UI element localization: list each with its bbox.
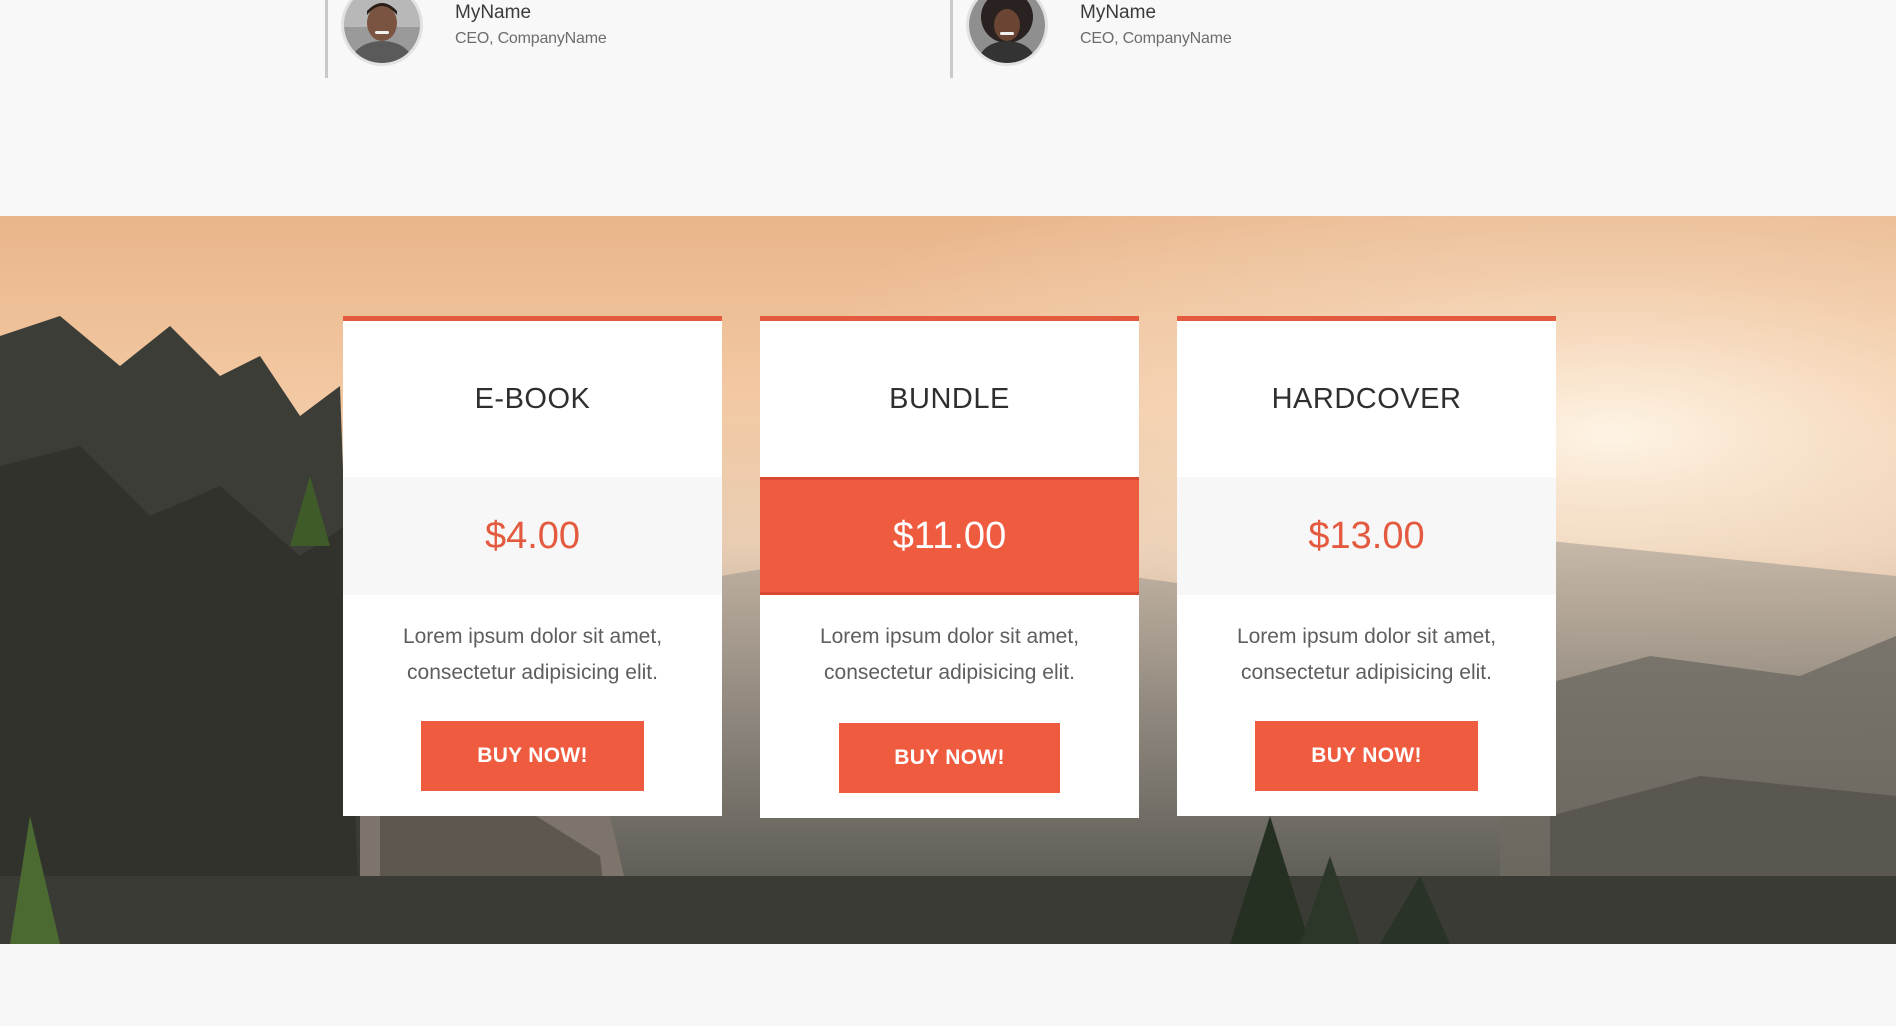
plan-title: BUNDLE bbox=[889, 382, 1010, 415]
plan-description: Lorem ipsum dolor sit amet, consectetur … bbox=[819, 625, 1080, 684]
woman-portrait-avatar bbox=[966, 0, 1048, 66]
pricing-card-bundle: BUNDLE $11.00 Lorem ipsum dolor sit amet… bbox=[760, 316, 1139, 818]
plan-title: HARDCOVER bbox=[1271, 382, 1462, 415]
plan-description: Lorem ipsum dolor sit amet, consectetur … bbox=[1236, 625, 1497, 684]
pricing-card-ebook: E-BOOK $4.00 Lorem ipsum dolor sit amet,… bbox=[343, 316, 722, 816]
pricing-section: E-BOOK $4.00 Lorem ipsum dolor sit amet,… bbox=[0, 216, 1896, 944]
testimonial-author-2: MyName CEO, CompanyName bbox=[950, 0, 1510, 78]
plan-price: $4.00 bbox=[343, 477, 722, 595]
testimonials-section: MyName CEO, CompanyName MyName CEO, Comp… bbox=[0, 0, 1896, 216]
author-role: CEO, CompanyName bbox=[1080, 30, 1232, 47]
author-name: MyName bbox=[455, 2, 532, 23]
section-spacer bbox=[0, 944, 1896, 1026]
buy-now-button[interactable]: BUY NOW! bbox=[421, 721, 644, 791]
buy-now-button[interactable]: BUY NOW! bbox=[839, 723, 1060, 793]
plan-title: E-BOOK bbox=[474, 382, 591, 415]
buy-now-button[interactable]: BUY NOW! bbox=[1255, 721, 1478, 791]
pricing-card-hardcover: HARDCOVER $13.00 Lorem ipsum dolor sit a… bbox=[1177, 316, 1556, 816]
testimonial-author-1: MyName CEO, CompanyName bbox=[325, 0, 885, 78]
author-name: MyName bbox=[1080, 2, 1157, 23]
man-portrait-avatar bbox=[341, 0, 423, 66]
plan-description: Lorem ipsum dolor sit amet, consectetur … bbox=[402, 625, 663, 684]
plan-price: $13.00 bbox=[1177, 477, 1556, 595]
author-role: CEO, CompanyName bbox=[455, 30, 607, 47]
page: MyName CEO, CompanyName MyName CEO, Comp… bbox=[0, 0, 1896, 1026]
plan-price: $11.00 bbox=[760, 477, 1139, 595]
